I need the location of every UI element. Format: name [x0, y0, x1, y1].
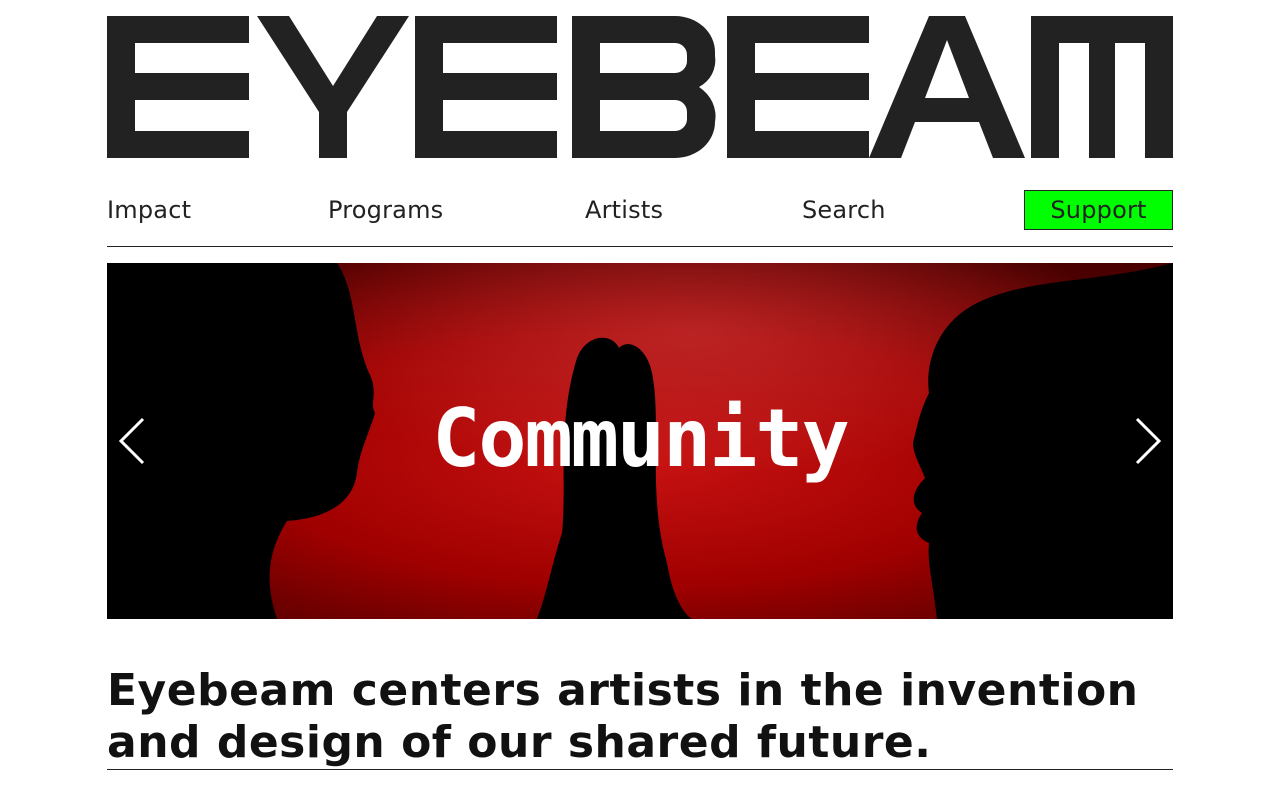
hero-carousel: Community: [107, 263, 1173, 619]
nav-impact[interactable]: Impact: [107, 190, 191, 230]
nav-divider: [107, 246, 1173, 247]
hero-title: Community: [432, 392, 849, 485]
nav-artists[interactable]: Artists: [585, 190, 663, 230]
carousel-prev-button[interactable]: [111, 413, 151, 469]
eyebeam-wordmark: [107, 16, 1173, 158]
chevron-right-icon: [1135, 417, 1162, 465]
main-nav: Impact Programs Artists Search Support: [107, 190, 1173, 230]
support-button[interactable]: Support: [1024, 190, 1173, 230]
mission-statement: Eyebeam centers artists in the invention…: [107, 665, 1139, 769]
nav-search[interactable]: Search: [802, 190, 886, 230]
eyebeam-logo[interactable]: [107, 16, 1173, 158]
nav-programs[interactable]: Programs: [328, 190, 443, 230]
page: Impact Programs Artists Search Support C…: [0, 0, 1280, 800]
carousel-next-button[interactable]: [1129, 413, 1169, 469]
chevron-left-icon: [118, 417, 145, 465]
section-divider: [107, 769, 1173, 770]
